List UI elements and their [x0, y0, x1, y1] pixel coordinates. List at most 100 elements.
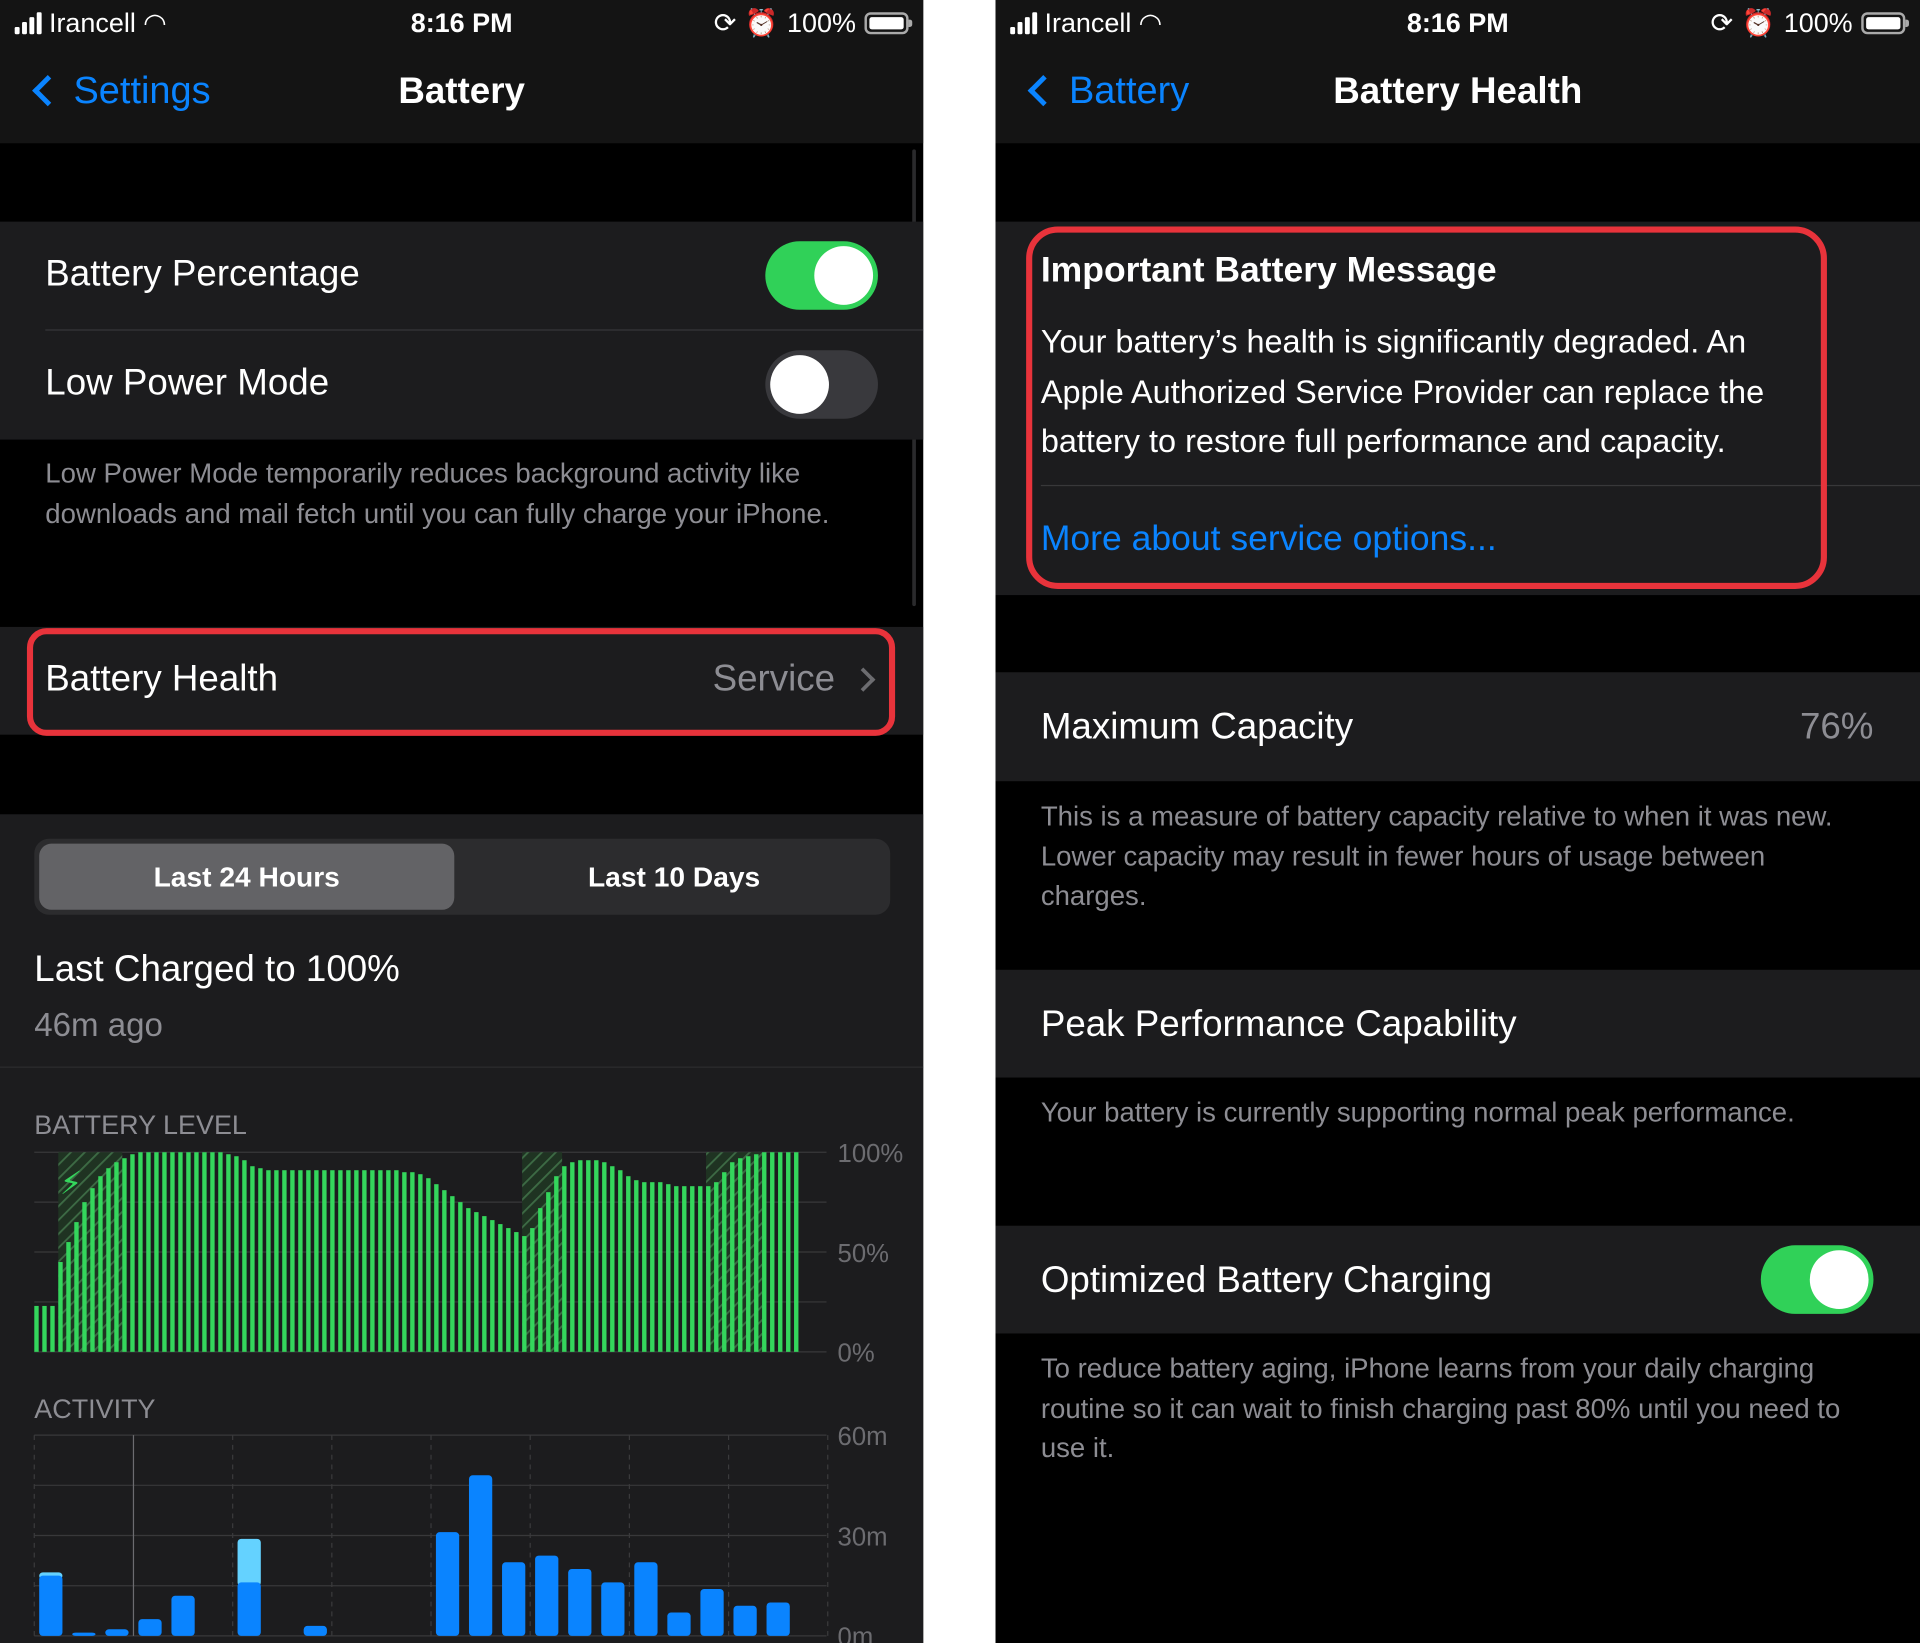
battery-bar — [522, 1236, 527, 1352]
battery-bar — [570, 1162, 575, 1352]
battery-bar — [642, 1182, 647, 1352]
battery-bar — [298, 1170, 303, 1352]
settings-group: Battery Percentage Low Power Mode — [0, 221, 924, 440]
battery-bar — [186, 1152, 191, 1352]
battery-bar — [338, 1170, 343, 1352]
battery-bar — [794, 1152, 799, 1352]
activity-bar — [237, 1582, 261, 1636]
battery-icon — [864, 12, 913, 35]
segmented-control: Last 24 Hours Last 10 Days — [34, 838, 891, 915]
battery-bar — [746, 1156, 751, 1352]
activity-bar — [468, 1475, 493, 1636]
battery-bar — [378, 1170, 383, 1352]
battery-bar — [194, 1152, 199, 1352]
battery-bar — [434, 1184, 439, 1352]
segment-last-10-days[interactable]: Last 10 Days — [463, 844, 885, 910]
battery-bar — [674, 1186, 679, 1352]
battery-bar — [506, 1228, 511, 1352]
battery-bar — [154, 1152, 159, 1352]
highlight-box — [26, 628, 896, 736]
optimized-charging-footer: To reduce battery aging, iPhone learns f… — [1040, 1353, 1841, 1464]
battery-bar — [170, 1152, 175, 1352]
maximum-capacity-footer: This is a measure of battery capacity re… — [1040, 800, 1833, 912]
rotation-lock-icon: ⟳ — [713, 7, 737, 38]
battery-percentage-label: Battery Percentage — [45, 253, 360, 294]
y-tick-label: 0% — [838, 1340, 875, 1368]
activity-bar — [39, 1575, 63, 1636]
alarm-icon: ⏰ — [744, 7, 779, 38]
y-tick-label: 30m — [838, 1523, 888, 1551]
activity-bar — [171, 1595, 195, 1636]
battery-screen: Irancell ◠ 8:16 PM ⟳ ⏰ 100% Settings Bat… — [0, 0, 924, 1643]
battery-bar — [106, 1168, 111, 1352]
status-right: ⟳ ⏰ 100% — [1710, 7, 1909, 39]
battery-bar — [90, 1188, 95, 1352]
low-power-mode-toggle[interactable] — [765, 350, 878, 419]
battery-bar — [394, 1170, 399, 1352]
battery-bar — [658, 1182, 663, 1352]
battery-percent: 100% — [1783, 7, 1853, 38]
optimized-charging-toggle[interactable] — [1760, 1245, 1874, 1314]
battery-bar — [66, 1242, 71, 1352]
battery-percent: 100% — [787, 7, 856, 38]
battery-bar — [554, 1176, 559, 1352]
battery-level-title: BATTERY LEVEL — [34, 1109, 247, 1141]
battery-bar — [122, 1158, 127, 1352]
battery-bar — [626, 1176, 631, 1352]
battery-bar — [250, 1166, 255, 1352]
y-tick-label: 50% — [838, 1240, 889, 1268]
battery-bar — [754, 1154, 759, 1352]
battery-bar — [610, 1166, 615, 1352]
battery-bar — [202, 1152, 207, 1352]
battery-bar — [730, 1162, 735, 1352]
y-tick-label: 60m — [838, 1423, 888, 1451]
battery-bar — [218, 1152, 223, 1352]
segment-last-24-hours[interactable]: Last 24 Hours — [39, 843, 455, 910]
activity-bar — [502, 1562, 526, 1636]
last-charged-title: Last Charged to 100% — [34, 948, 400, 990]
page-title: Battery — [398, 71, 525, 112]
battery-bar — [634, 1180, 639, 1352]
activity-bar-light — [237, 1538, 261, 1587]
y-tick-label: 0m — [838, 1624, 874, 1643]
battery-level-chart: ⚡ 100% 50% 0% — [34, 1140, 904, 1368]
battery-icon — [1861, 12, 1909, 35]
battery-bar — [362, 1170, 367, 1352]
activity-bar — [667, 1612, 691, 1636]
activity-bar — [535, 1555, 559, 1636]
battery-bar — [442, 1190, 447, 1352]
battery-bar — [50, 1305, 55, 1352]
page-title: Battery Health — [1333, 71, 1583, 112]
activity-bar — [303, 1625, 327, 1636]
battery-bar — [178, 1152, 183, 1352]
battery-bar — [770, 1152, 775, 1352]
battery-bar — [314, 1170, 319, 1352]
divider — [45, 329, 924, 331]
battery-bar — [714, 1182, 719, 1352]
activity-bar — [72, 1632, 96, 1636]
status-and-nav-bar: Irancell ◠ 8:16 PM ⟳ ⏰ 100% Battery Batt… — [995, 0, 1920, 144]
battery-bar — [82, 1202, 87, 1352]
battery-percentage-toggle[interactable] — [765, 241, 878, 310]
rotation-lock-icon: ⟳ — [1710, 7, 1734, 38]
battery-bar — [42, 1305, 47, 1352]
battery-bar — [34, 1305, 39, 1352]
battery-bar — [602, 1162, 607, 1352]
maximum-capacity-row: Maximum Capacity 76% — [995, 672, 1920, 782]
battery-bar — [466, 1208, 471, 1352]
battery-bar — [306, 1170, 311, 1352]
battery-bar — [266, 1170, 271, 1352]
divider — [0, 1066, 924, 1068]
battery-bar — [354, 1170, 359, 1352]
battery-bar — [538, 1208, 543, 1352]
activity-bar — [634, 1562, 658, 1636]
battery-bar — [490, 1220, 495, 1352]
activity-bar — [435, 1532, 460, 1636]
battery-bar — [274, 1170, 279, 1352]
optimized-charging-label: Optimized Battery Charging — [1040, 1260, 1493, 1301]
last-charged-subtitle: 46m ago — [34, 1006, 163, 1044]
activity-bar — [766, 1602, 790, 1636]
battery-bar — [738, 1158, 743, 1352]
battery-bar — [682, 1186, 687, 1352]
y-tick-label: 100% — [838, 1140, 904, 1168]
